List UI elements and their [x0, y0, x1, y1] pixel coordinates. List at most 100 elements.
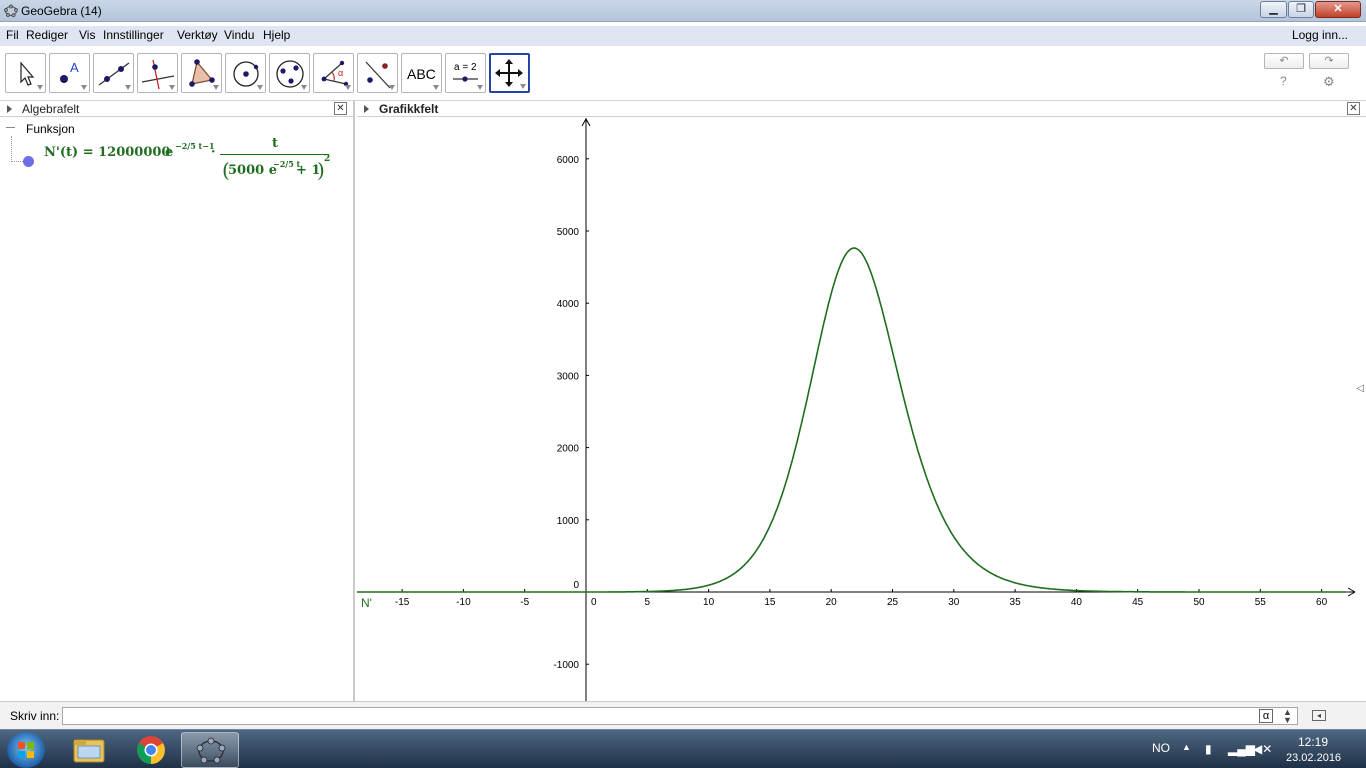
y-tick-label: 2000 [557, 444, 580, 455]
redo-button[interactable]: ↷ [1309, 53, 1349, 69]
menu-bar: Fil Rediger Vis Innstillinger Verktøy Vi… [0, 26, 1366, 46]
undo-button[interactable]: ↶ [1264, 53, 1304, 69]
perpendicular-line-tool-button[interactable] [137, 53, 178, 93]
close-button[interactable]: ✕ [1315, 1, 1361, 18]
taskbar-chrome[interactable] [122, 732, 180, 768]
y-tick-label: 6000 [557, 155, 580, 166]
text-tool-button[interactable]: ABC [401, 53, 442, 93]
command-input[interactable] [62, 707, 1298, 725]
close-panel-icon[interactable]: ✕ [1347, 102, 1360, 115]
minimize-button[interactable]: ▁ [1260, 1, 1287, 18]
login-link[interactable]: Logg inn... [1292, 28, 1348, 42]
taskbar-explorer[interactable] [60, 732, 118, 768]
formula-den-a: 5000 e [228, 163, 277, 178]
menu-vis[interactable]: Vis [79, 28, 95, 42]
move-tool-button[interactable] [5, 53, 46, 93]
maximize-button[interactable]: ❐ [1288, 1, 1314, 18]
x-tick-label: 60 [1316, 597, 1328, 608]
x-tick-label: 25 [887, 597, 899, 608]
menu-fil[interactable]: Fil [6, 28, 19, 42]
help-icon[interactable]: ? [1280, 74, 1287, 88]
geogebra-logo-icon [4, 4, 18, 18]
x-tick-label: 20 [826, 597, 838, 608]
expand-arrow-icon[interactable] [364, 105, 369, 113]
close-panel-icon[interactable]: ✕ [334, 102, 347, 115]
history-spinner[interactable]: ▲ ▼ [1283, 708, 1292, 725]
expand-arrow-icon[interactable] [7, 105, 12, 113]
minimize-icon: ▁ [1269, 3, 1278, 15]
conic-tool-button[interactable] [269, 53, 310, 93]
maximize-icon: ❐ [1296, 3, 1306, 15]
x-tick-label: 0 [591, 597, 597, 608]
formula-lhs: N'(t) = 12000000 [44, 145, 171, 160]
algebra-view: Algebrafelt ✕ Funksjon N'(t) = 12000000 … [0, 101, 355, 701]
function-curve[interactable] [357, 247, 1345, 593]
formula-exponent-1: −2/5 t−1 [175, 141, 215, 151]
collapse-tree-icon[interactable] [6, 127, 15, 128]
line-tool-button[interactable] [93, 53, 134, 93]
clock-time[interactable]: 12:19 [1298, 735, 1328, 749]
folder-icon [73, 739, 105, 763]
gear-icon[interactable]: ⚙ [1323, 74, 1335, 90]
chrome-icon [137, 736, 165, 764]
polygon-tool-button[interactable] [181, 53, 222, 93]
clock-date[interactable]: 23.02.2016 [1286, 752, 1341, 764]
redo-icon: ↷ [1324, 55, 1334, 67]
x-tick-label: -10 [456, 597, 471, 608]
x-tick-label: -5 [520, 597, 529, 608]
circle-tool-button[interactable] [225, 53, 266, 93]
x-tick-label: 15 [764, 597, 776, 608]
reflect-tool-button[interactable] [357, 53, 398, 93]
x-tick-label: -15 [395, 597, 410, 608]
slider-tool-button[interactable]: a = 2 [445, 53, 486, 93]
x-tick-label: 45 [1132, 597, 1144, 608]
input-label: Skriv inn: [10, 709, 60, 723]
x-tick-label: 5 [645, 597, 651, 608]
curve-label[interactable]: N' [361, 596, 372, 610]
undo-icon: ↶ [1279, 55, 1289, 67]
menu-vindu[interactable]: Vindu [224, 28, 254, 42]
x-tick-label: 10 [703, 597, 715, 608]
menu-verktoy[interactable]: Verktøy [177, 28, 218, 42]
menu-rediger[interactable]: Rediger [26, 28, 68, 42]
angle-tool-button[interactable]: α [313, 53, 354, 93]
tree-connector [11, 136, 12, 162]
graphics-view-header: Grafikkfelt ✕ [357, 101, 1366, 117]
menu-hjelp[interactable]: Hjelp [263, 28, 290, 42]
input-bar: Skriv inn: α ▲ ▼ ◂ [0, 701, 1366, 729]
language-indicator[interactable]: NO [1152, 741, 1170, 755]
move-graphics-view-tool-button[interactable] [489, 53, 530, 93]
side-panel-toggle-icon[interactable]: ◁ [1356, 383, 1364, 394]
graphics-view[interactable]: Grafikkfelt ✕ -15 -10 -5 0 5 10 15 20 25 30 35 40 45… [357, 101, 1366, 701]
graph-canvas[interactable]: -15 -10 -5 0 5 10 15 20 25 30 35 40 45 50 55 60 -1000 0 10… [357, 118, 1357, 701]
y-tick-label: 4000 [557, 299, 580, 310]
taskbar: NO ▲ ▮ ▂▄▆ ◀✕ 12:19 23.02.2016 [0, 729, 1366, 768]
start-button[interactable] [7, 732, 45, 768]
network-icon[interactable]: ▂▄▆ [1228, 742, 1255, 756]
point-tool-button[interactable]: A [49, 53, 90, 93]
show-hidden-icons-icon[interactable]: ▲ [1182, 742, 1191, 752]
volume-muted-icon[interactable]: ◀✕ [1253, 742, 1272, 756]
algebra-view-header: Algebrafelt ✕ [0, 101, 353, 117]
symbol-button[interactable]: α [1259, 709, 1273, 723]
svg-text:α: α [338, 68, 343, 78]
geogebra-logo-icon [196, 737, 226, 764]
category-label: Funksjon [26, 122, 75, 136]
windows-logo-icon [18, 742, 34, 758]
svg-text:A: A [70, 60, 79, 75]
y-tick-label: -1000 [553, 660, 579, 671]
x-tick-label: 30 [948, 597, 960, 608]
taskbar-geogebra[interactable] [181, 732, 239, 768]
x-tick-label: 50 [1193, 597, 1205, 608]
tree-branch [11, 161, 23, 162]
tick-labels: -15 -10 -5 0 5 10 15 20 25 30 35 40 45 50 55 60 -1000 0 10… [395, 155, 1328, 671]
formula-numerator: t [272, 136, 279, 151]
visibility-toggle-icon[interactable] [23, 156, 34, 167]
keyboard-icon[interactable]: ◂ [1312, 710, 1326, 721]
close-icon: ✕ [1333, 3, 1343, 15]
graphics-view-title: Grafikkfelt [379, 102, 439, 116]
fraction-bar [220, 154, 329, 155]
battery-icon[interactable]: ▮ [1205, 742, 1212, 756]
menu-innstillinger[interactable]: Innstillinger [103, 28, 164, 42]
text-tool-icon: ABC [407, 66, 436, 82]
